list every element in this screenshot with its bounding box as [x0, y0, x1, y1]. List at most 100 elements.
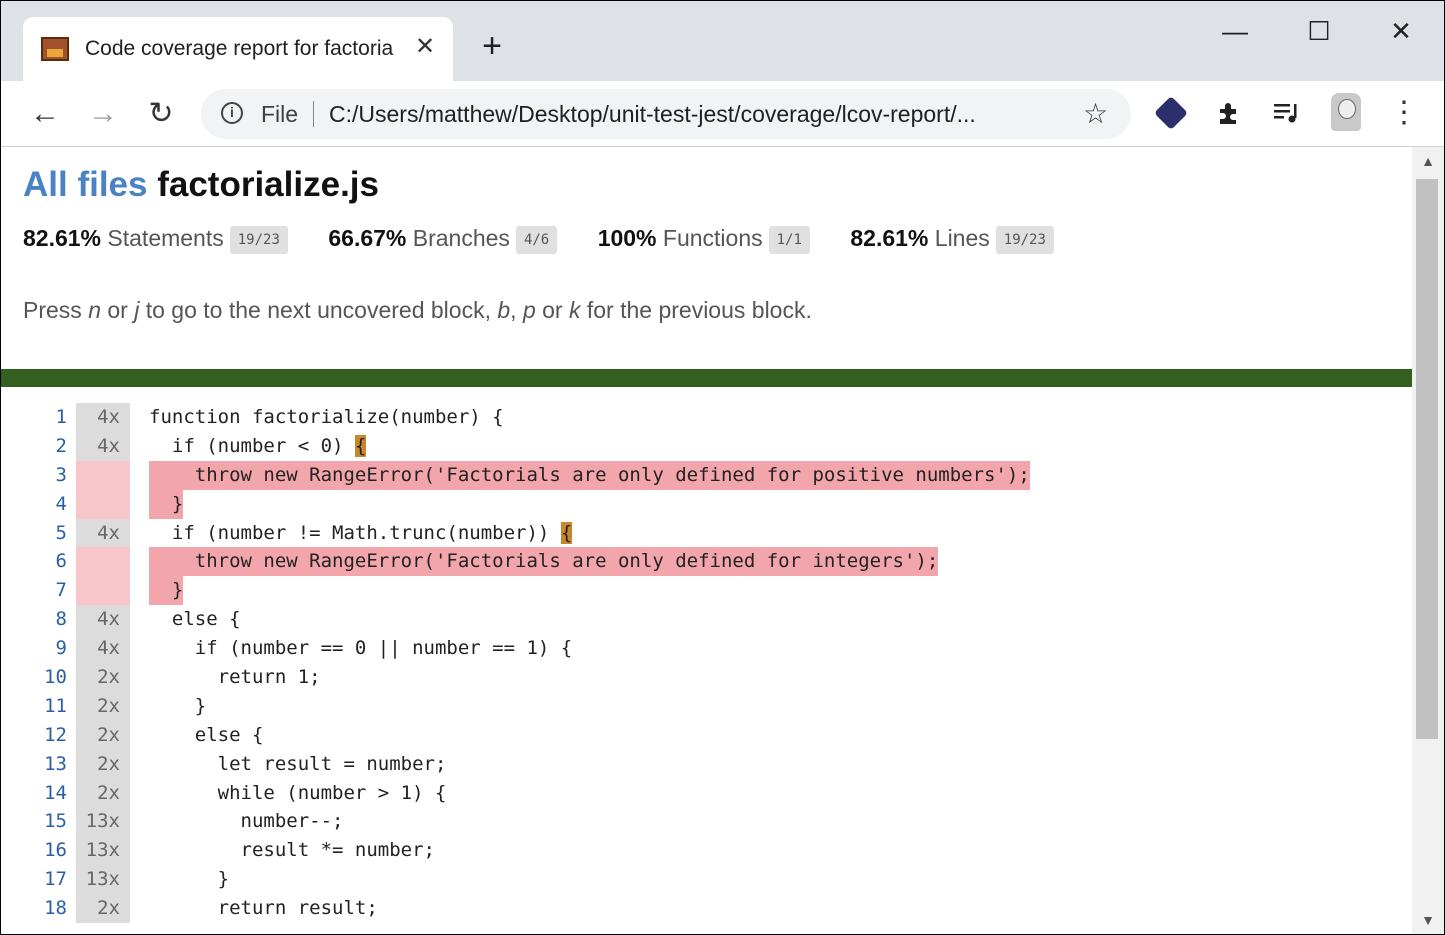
branches-stat: 66.67% Branches 4/6: [328, 225, 558, 254]
minimize-button[interactable]: —: [1215, 13, 1255, 49]
line-number[interactable]: 17: [1, 865, 67, 894]
source-text: }: [149, 576, 184, 606]
hexagon-extension-icon[interactable]: [1153, 95, 1189, 131]
functions-fraction-badge: 1/1: [768, 225, 810, 254]
address-bar[interactable]: i File C:/Users/matthew/Desktop/unit-tes…: [201, 89, 1131, 139]
source-text: let result = number;: [149, 752, 447, 775]
page-content: All files factorialize.js 82.61% Stateme…: [1, 147, 1412, 934]
line-number[interactable]: 14: [1, 779, 67, 808]
tab-strip: Code coverage report for factoria ✕ + — …: [1, 1, 1444, 81]
hit-count: [76, 547, 130, 577]
source-text: if (number < 0) {: [149, 434, 367, 457]
code-line: 10 2x return 1;: [1, 663, 1412, 692]
source-text: }: [149, 868, 230, 891]
hit-count: 2x: [76, 778, 130, 808]
all-files-link[interactable]: All files: [23, 165, 147, 204]
line-number[interactable]: 15: [1, 807, 67, 836]
line-number[interactable]: 7: [1, 576, 67, 605]
playlist-icon[interactable]: [1269, 95, 1305, 131]
uncovered-branch-marker: {: [560, 521, 573, 544]
line-number[interactable]: 2: [1, 432, 67, 461]
back-arrow-icon[interactable]: ←: [25, 94, 65, 134]
hit-count: 2x: [76, 894, 130, 924]
code-line: 2 4x if (number < 0) {: [1, 431, 1412, 461]
bookmark-star-icon[interactable]: ☆: [1083, 97, 1108, 130]
code-line: 12 2x else {: [1, 720, 1412, 750]
keyboard-hint: Press n or j to go to the next uncovered…: [23, 297, 812, 323]
source-text: if (number == 0 || number == 1) {: [149, 637, 573, 660]
line-number[interactable]: 5: [1, 519, 67, 548]
scroll-up-arrow-icon[interactable]: ▲: [1412, 149, 1444, 173]
scrollbar-thumb[interactable]: [1416, 179, 1438, 739]
source-text: number--;: [149, 810, 344, 833]
line-number[interactable]: 11: [1, 692, 67, 721]
scroll-down-arrow-icon[interactable]: ▼: [1412, 908, 1444, 932]
code-line: 4 }: [1, 489, 1412, 519]
hit-count: 13x: [76, 836, 130, 866]
vertical-scrollbar[interactable]: ▲ ▼: [1412, 147, 1444, 934]
source-text: function factorialize(number) {: [149, 406, 504, 428]
code-line: 3 throw new RangeError('Factorials are o…: [1, 460, 1412, 490]
tab-close-icon[interactable]: ✕: [411, 33, 439, 61]
code-line: 8 4x else {: [1, 605, 1412, 635]
maximize-button[interactable]: ☐: [1299, 13, 1339, 49]
line-number[interactable]: 9: [1, 634, 67, 663]
source-text: if (number != Math.trunc(number)) {: [149, 521, 573, 544]
source-text: else {: [149, 723, 264, 746]
url-text[interactable]: C:/Users/matthew/Desktop/unit-test-jest/…: [329, 101, 1069, 128]
source-text: }: [149, 489, 184, 519]
new-tab-button[interactable]: +: [477, 29, 507, 63]
tab-title: Code coverage report for factoria: [85, 37, 394, 60]
coverage-summary: 82.61% Statements 19/23 66.67% Branches 4/…: [23, 225, 1090, 259]
code-line: 15 13x number--;: [1, 807, 1412, 837]
line-number[interactable]: 18: [1, 894, 67, 923]
page-title: All files factorialize.js: [23, 165, 379, 205]
hit-count: 4x: [76, 431, 130, 461]
forward-arrow-icon[interactable]: →: [83, 94, 123, 134]
line-number[interactable]: 4: [1, 490, 67, 519]
code-line: 1 4x function factorialize(number) {: [1, 403, 1412, 432]
puzzle-extension-icon[interactable]: [1211, 95, 1247, 131]
code-line: 9 4x if (number == 0 || number == 1) {: [1, 634, 1412, 664]
source-text: return result;: [149, 897, 378, 920]
file-name: factorialize.js: [157, 165, 379, 204]
info-icon[interactable]: i: [221, 102, 243, 124]
line-number[interactable]: 12: [1, 721, 67, 750]
lines-fraction-badge: 19/23: [995, 225, 1054, 254]
hit-count: [76, 576, 130, 606]
line-number[interactable]: 13: [1, 750, 67, 779]
branches-fraction-badge: 4/6: [515, 225, 558, 254]
code-line: 6 throw new RangeError('Factorials are o…: [1, 547, 1412, 577]
line-number[interactable]: 6: [1, 547, 67, 576]
browser-window: Code coverage report for factoria ✕ + — …: [0, 0, 1445, 935]
code-listing: 1 4x function factorialize(number) { 2 4x if…: [1, 403, 1412, 924]
hit-count: 4x: [76, 605, 130, 635]
hit-count: 2x: [76, 691, 130, 721]
hit-count: 13x: [76, 865, 130, 895]
line-number[interactable]: 16: [1, 836, 67, 865]
file-scheme-label: File: [261, 101, 299, 127]
source-text: }: [149, 694, 207, 717]
line-number[interactable]: 1: [1, 403, 67, 432]
line-number[interactable]: 10: [1, 663, 67, 692]
profile-avatar[interactable]: [1331, 93, 1361, 131]
code-line: 5 4x if (number != Math.trunc(number)) {: [1, 518, 1412, 548]
code-line: 16 13x result *= number;: [1, 836, 1412, 866]
line-number[interactable]: 8: [1, 605, 67, 634]
hit-count: 13x: [76, 807, 130, 837]
source-text: result *= number;: [149, 839, 435, 862]
code-line: 14 2x while (number > 1) {: [1, 778, 1412, 808]
statements-fraction-badge: 19/23: [229, 225, 288, 254]
line-number[interactable]: 3: [1, 461, 67, 490]
source-text: throw new RangeError('Factorials are onl…: [149, 547, 939, 577]
window-close-button[interactable]: ✕: [1381, 13, 1421, 49]
browser-menu-icon[interactable]: ⋮: [1389, 93, 1419, 133]
coverage-status-bar: [1, 369, 1412, 387]
source-text: return 1;: [149, 666, 321, 689]
hit-count: 4x: [76, 403, 130, 432]
tab-coverage-report[interactable]: Code coverage report for factoria ✕: [23, 17, 453, 81]
source-text: throw new RangeError('Factorials are onl…: [149, 460, 1030, 490]
reload-icon[interactable]: ↻: [141, 94, 181, 134]
hit-count: 2x: [76, 663, 130, 692]
functions-stat: 100% Functions 1/1: [598, 225, 810, 254]
